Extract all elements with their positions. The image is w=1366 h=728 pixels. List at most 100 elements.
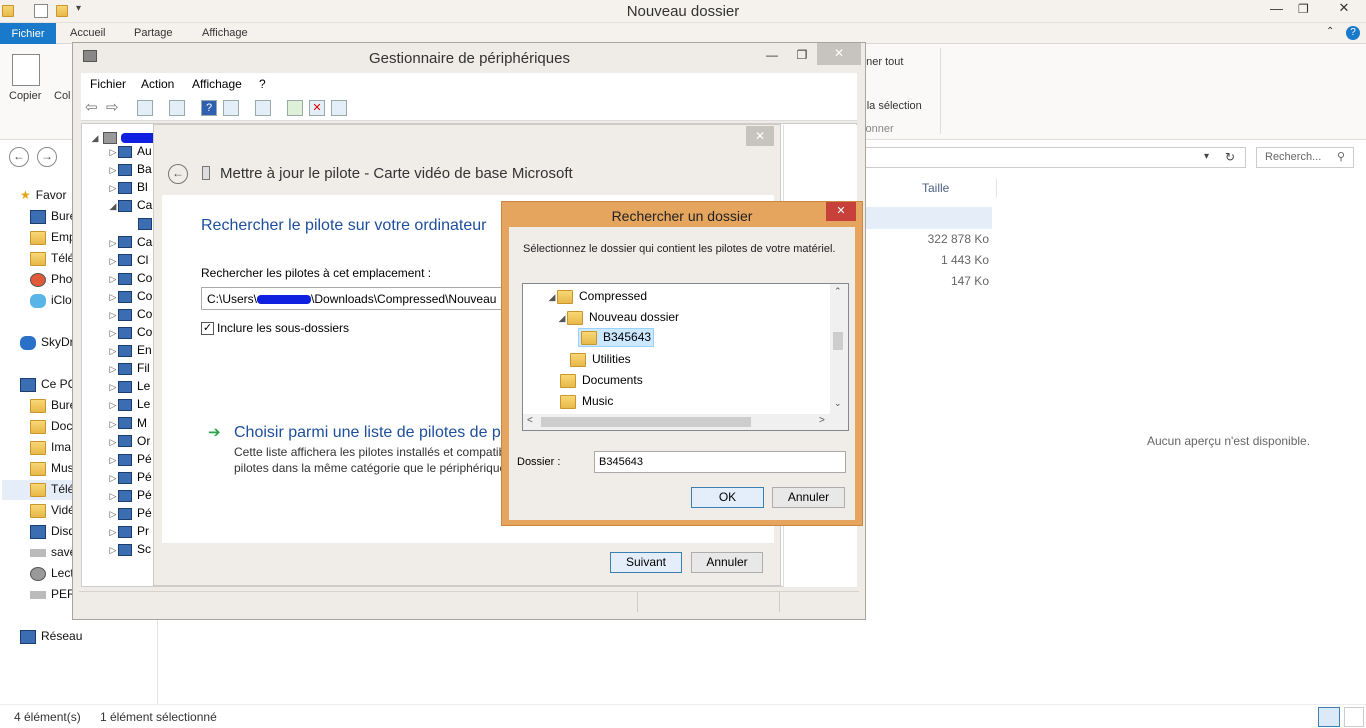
nav-item[interactable]: Emp: [30, 230, 76, 245]
details-icon[interactable]: [223, 100, 239, 116]
nav-item[interactable]: Télé: [30, 251, 74, 266]
expand-icon[interactable]: ▷: [108, 274, 118, 285]
device-category[interactable]: ▷ Pé: [108, 506, 152, 520]
expand-icon[interactable]: ◢: [108, 201, 118, 212]
scroll-up-icon[interactable]: ⌃: [834, 286, 842, 297]
nav-network[interactable]: Réseau: [20, 629, 82, 644]
device-category[interactable]: ▷ Ca: [108, 235, 153, 249]
expand-icon[interactable]: ▷: [108, 328, 118, 339]
device-category[interactable]: ▷ Co: [108, 325, 153, 339]
expand-icon[interactable]: ◢: [557, 313, 567, 324]
expand-icon[interactable]: ◢: [547, 292, 557, 303]
expand-icon[interactable]: ▷: [108, 527, 118, 538]
expand-icon[interactable]: ▷: [108, 364, 118, 375]
wizard-back-button[interactable]: ←: [168, 164, 188, 184]
nav-item[interactable]: Bure: [30, 209, 76, 224]
nav-item[interactable]: save: [30, 545, 76, 559]
device-category[interactable]: ▷ Co: [108, 307, 153, 321]
expand-icon[interactable]: ▷: [108, 400, 118, 411]
device-category[interactable]: ▷ Fil: [108, 361, 150, 375]
menu-file[interactable]: Fichier: [90, 77, 126, 91]
tree-item-utilities[interactable]: Utilities: [570, 352, 631, 367]
folder-input[interactable]: B345643: [594, 451, 846, 473]
column-header-size[interactable]: Taille: [922, 181, 949, 195]
expand-icon[interactable]: ▷: [108, 382, 118, 393]
device-category[interactable]: ▷ En: [108, 343, 152, 357]
cancel-button[interactable]: Annuler: [691, 552, 763, 573]
tab-home[interactable]: Accueil: [70, 27, 105, 39]
minimize-button[interactable]: —: [757, 45, 787, 67]
driver-path-input[interactable]: C:\Users\ \Downloads\Compressed\Nouveau: [201, 287, 511, 310]
scroll-down-icon[interactable]: ⌄: [834, 398, 842, 409]
tree-item-compressed[interactable]: ◢ Compressed: [547, 289, 647, 304]
maximize-button[interactable]: ❐: [1298, 2, 1309, 16]
nav-item[interactable]: Bure: [30, 398, 76, 413]
expand-icon[interactable]: ▷: [108, 509, 118, 520]
nav-item[interactable]: Ima: [30, 440, 71, 455]
expand-icon[interactable]: ▷: [108, 256, 118, 267]
refresh-icon[interactable]: ↻: [1225, 150, 1235, 164]
collapse-ribbon-icon[interactable]: ⌃: [1326, 26, 1334, 37]
expand-icon[interactable]: ▷: [108, 455, 118, 466]
update-driver-icon[interactable]: [287, 100, 303, 116]
back-icon[interactable]: ⇦: [85, 98, 98, 116]
device-category[interactable]: ▷ Bl: [108, 180, 148, 194]
nav-favorites[interactable]: ★ Favor: [20, 188, 66, 202]
nav-item[interactable]: Vidé: [30, 503, 75, 518]
tiles-view-icon[interactable]: [1344, 707, 1364, 727]
close-button[interactable]: ✕: [817, 43, 861, 65]
chevron-down-icon[interactable]: ▾: [1204, 151, 1209, 162]
scroll-thumb[interactable]: [541, 417, 751, 427]
expand-icon[interactable]: ▷: [108, 238, 118, 249]
device-category[interactable]: ▷ Co: [108, 271, 153, 285]
include-subfolders-checkbox[interactable]: ✓ Inclure les sous-dossiers: [201, 321, 349, 336]
close-button[interactable]: ✕: [826, 202, 856, 221]
device-category[interactable]: ▷ Co: [108, 289, 153, 303]
copy-icon[interactable]: [12, 54, 40, 86]
scroll-right-icon[interactable]: >: [819, 415, 825, 426]
copy-button[interactable]: Copier: [9, 90, 41, 102]
ok-button[interactable]: OK: [691, 487, 764, 508]
back-button[interactable]: ←: [9, 147, 29, 167]
nav-item[interactable]: Mus: [30, 461, 74, 476]
device-category[interactable]: ▷ Cl: [108, 253, 149, 267]
expand-icon[interactable]: ▷: [108, 473, 118, 484]
paste-button[interactable]: Col: [54, 90, 71, 102]
device-category[interactable]: ▷ Le: [108, 397, 151, 411]
wizard-close-button[interactable]: ✕: [746, 126, 774, 146]
help-icon[interactable]: ?: [1346, 26, 1360, 40]
choose-driver-list-link[interactable]: Choisir parmi une liste de pilotes de pé: [234, 424, 510, 442]
menu-view[interactable]: Affichage: [192, 77, 242, 91]
forward-button[interactable]: →: [37, 147, 57, 167]
nav-this-pc[interactable]: Ce PC: [20, 377, 76, 392]
tree-item-documents[interactable]: Documents: [560, 373, 643, 388]
nav-item[interactable]: Pho: [30, 272, 72, 287]
tab-view[interactable]: Affichage: [202, 27, 248, 39]
close-button[interactable]: ✕: [1322, 0, 1366, 21]
expand-icon[interactable]: ▷: [108, 545, 118, 556]
device-category[interactable]: ▷ Pé: [108, 488, 152, 502]
expand-icon[interactable]: ▷: [108, 147, 118, 158]
device-category[interactable]: ◢ Ca: [108, 198, 153, 212]
expand-icon[interactable]: ▷: [108, 419, 118, 430]
horizontal-scrollbar[interactable]: < >: [523, 414, 848, 430]
next-button[interactable]: Suivant: [610, 552, 682, 573]
menu-help[interactable]: ?: [259, 77, 266, 91]
vertical-scrollbar[interactable]: ⌃ ⌄: [830, 284, 848, 414]
search-input[interactable]: Recherch... ⚲: [1256, 147, 1354, 168]
nav-item[interactable]: iClo: [30, 293, 72, 308]
checkbox-checked-icon[interactable]: ✓: [201, 322, 214, 336]
nav-item[interactable]: Disq: [30, 524, 75, 539]
scan-hardware-icon[interactable]: [255, 100, 271, 116]
tree-item-nouveau-dossier[interactable]: ◢ Nouveau dossier: [557, 310, 679, 325]
device-category[interactable]: ▷ Sc: [108, 542, 151, 556]
nav-item[interactable]: PER: [30, 587, 76, 601]
tree-view-icon[interactable]: [137, 100, 153, 116]
device-category[interactable]: ▷ Le: [108, 379, 151, 393]
selected-file-row[interactable]: [862, 207, 992, 229]
menu-action[interactable]: Action: [141, 77, 174, 91]
device-category[interactable]: ▷ Ba: [108, 162, 152, 176]
device-category[interactable]: ▷ Pr: [108, 524, 149, 538]
expand-icon[interactable]: ▷: [108, 310, 118, 321]
scroll-left-icon[interactable]: <: [527, 415, 533, 426]
